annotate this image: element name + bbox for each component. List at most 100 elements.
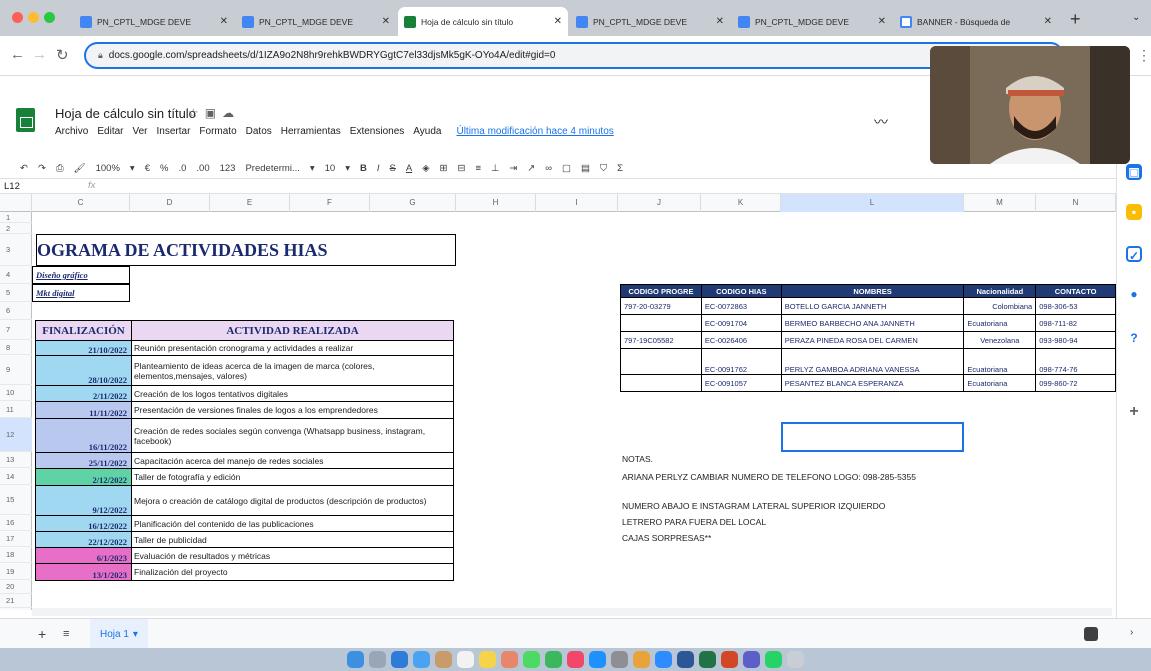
print-icon[interactable]: ⎙ <box>56 163 64 174</box>
borders-icon[interactable]: ⊞ <box>440 163 448 174</box>
calendar-icon[interactable]: ▣ <box>1126 164 1142 180</box>
activity-cell[interactable]: Creación de los logos tentativos digital… <box>131 385 454 402</box>
close-tab-icon[interactable]: ✕ <box>220 16 228 27</box>
activity-cell[interactable]: Capacitación acerca del manejo de redes … <box>131 452 454 469</box>
cloud-status-icon[interactable]: ☁︎ <box>222 106 240 120</box>
row-header[interactable]: 7 <box>0 320 32 340</box>
name-cell[interactable]: PERAZA PINEDA ROSA DEL CARMEN <box>780 331 965 349</box>
star-icon[interactable]: ☆ <box>188 106 205 120</box>
activity-cell[interactable]: Presentación de versiones finales de log… <box>131 401 454 419</box>
column-header[interactable]: K <box>701 194 781 212</box>
column-header[interactable]: F <box>290 194 370 212</box>
close-tab-icon[interactable]: ✕ <box>878 16 886 27</box>
browser-menu-icon[interactable]: ⋮ <box>1137 47 1151 64</box>
cell-grid[interactable]: OGRAMA DE ACTIVIDADES HIAS Diseño gráfic… <box>32 212 1116 610</box>
font-select[interactable]: Predetermi... <box>245 163 299 174</box>
note-line[interactable]: LETRERO PARA FUERA DEL LOCAL <box>622 517 766 527</box>
row-header[interactable]: 21 <box>0 594 32 608</box>
menu-extensiones[interactable]: Extensiones <box>350 126 404 137</box>
row-header[interactable]: 3 <box>0 234 32 266</box>
notes-app-icon[interactable] <box>479 651 496 668</box>
header-nationality[interactable]: Nacionalidad <box>963 284 1037 298</box>
browser-tab-4[interactable]: PN_CPTL_MDGE DEVE ✕ <box>570 7 730 36</box>
activity-cell[interactable]: Creación de redes sociales según conveng… <box>131 418 454 453</box>
increase-decimal-button[interactable]: .00 <box>196 163 209 174</box>
row-header[interactable]: 1 <box>0 212 32 223</box>
schedule-title-cell[interactable]: OGRAMA DE ACTIVIDADES HIAS <box>36 234 456 266</box>
app-store-icon[interactable] <box>589 651 606 668</box>
tab-search-chevron-icon[interactable]: ⌄ <box>1132 12 1140 23</box>
activity-cell[interactable]: Reunión presentación cronograma y activi… <box>131 340 454 356</box>
progress-code-cell[interactable] <box>620 314 702 332</box>
move-folder-icon[interactable]: ▣ <box>205 106 222 120</box>
contact-cell[interactable]: 098-774-76 <box>1035 348 1116 375</box>
close-window-icon[interactable] <box>12 12 23 23</box>
menu-datos[interactable]: Datos <box>246 126 272 137</box>
zoom-select[interactable]: 100% <box>96 163 120 174</box>
horizontal-scrollbar[interactable] <box>32 608 1112 616</box>
row-header[interactable]: 5 <box>0 284 32 302</box>
merge-cells-icon[interactable]: ⊟ <box>457 163 465 174</box>
add-addon-icon[interactable]: + <box>1126 404 1142 420</box>
contacts-icon[interactable]: ● <box>1126 286 1142 302</box>
row-header[interactable]: 9 <box>0 355 32 385</box>
hias-code-cell[interactable]: EC-0091704 <box>700 314 782 332</box>
date-cell[interactable]: 11/11/2022 <box>35 401 132 419</box>
font-size-select[interactable]: 10 <box>325 163 336 174</box>
date-cell[interactable]: 2/12/2022 <box>35 468 132 486</box>
date-cell[interactable]: 13/1/2023 <box>35 563 132 581</box>
help-icon[interactable]: ? <box>1126 330 1142 346</box>
menu-ver[interactable]: Ver <box>132 126 147 137</box>
trash-icon[interactable] <box>787 651 804 668</box>
zoom-app-icon[interactable] <box>655 651 672 668</box>
insert-comment-icon[interactable]: ▢ <box>562 163 571 174</box>
header-hias-code[interactable]: CODIGO HIAS <box>700 284 782 298</box>
progress-code-cell[interactable] <box>620 348 702 375</box>
settings-icon[interactable] <box>611 651 628 668</box>
bold-button[interactable]: B <box>360 163 367 174</box>
column-header[interactable]: D <box>130 194 210 212</box>
align-horizontal-icon[interactable]: ≡ <box>475 163 481 174</box>
contact-cell[interactable]: 093-980-94 <box>1035 331 1116 349</box>
whatsapp-icon[interactable] <box>765 651 782 668</box>
row-header[interactable]: 15 <box>0 485 32 515</box>
row-header[interactable]: 14 <box>0 468 32 485</box>
column-header-selected[interactable]: L <box>781 194 964 212</box>
minimize-window-icon[interactable] <box>28 12 39 23</box>
nationality-cell[interactable]: Ecuatoriana <box>963 314 1037 332</box>
column-header[interactable]: C <box>32 194 130 212</box>
close-tab-icon[interactable]: ✕ <box>1044 16 1052 27</box>
close-tab-icon[interactable]: ✕ <box>554 16 562 27</box>
url-field[interactable]: 🔒︎ docs.google.com/spreadsheets/d/1IZA9o… <box>84 42 1064 69</box>
activity-cell[interactable]: Taller de publicidad <box>131 531 454 548</box>
menu-herramientas[interactable]: Herramientas <box>281 126 341 137</box>
browser-tab-1[interactable]: PN_CPTL_MDGE DEVE ✕ <box>74 7 234 36</box>
maximize-window-icon[interactable] <box>44 12 55 23</box>
menu-ayuda[interactable]: Ayuda <box>413 126 441 137</box>
word-icon[interactable] <box>677 651 694 668</box>
date-cell[interactable]: 22/12/2022 <box>35 531 132 548</box>
hias-code-cell[interactable]: EC-0091057 <box>700 374 782 392</box>
redo-icon[interactable]: ↷ <box>38 163 46 174</box>
back-arrow-icon[interactable]: ← <box>10 46 25 63</box>
notes-heading[interactable]: NOTAS. <box>622 454 653 464</box>
row-header[interactable]: 8 <box>0 340 32 355</box>
facetime-icon[interactable] <box>545 651 562 668</box>
date-cell[interactable]: 28/10/2022 <box>35 355 132 386</box>
date-cell[interactable]: 21/10/2022 <box>35 340 132 356</box>
date-cell[interactable]: 16/12/2022 <box>35 515 132 532</box>
progress-code-cell[interactable]: 797-19C05582 <box>620 331 702 349</box>
currency-format-button[interactable]: € <box>145 163 150 174</box>
note-line[interactable]: NUMERO ABAJO E INSTAGRAM LATERAL SUPERIO… <box>622 501 885 511</box>
decrease-decimal-button[interactable]: .0 <box>178 163 186 174</box>
legend-digital-marketing[interactable]: Mkt digital <box>32 284 130 302</box>
chrome-icon[interactable] <box>633 651 650 668</box>
date-cell[interactable]: 16/11/2022 <box>35 418 132 453</box>
new-tab-button[interactable]: + <box>1070 9 1081 30</box>
music-icon[interactable] <box>567 651 584 668</box>
row-header[interactable]: 2 <box>0 223 32 234</box>
italic-button[interactable]: I <box>377 163 380 174</box>
row-header[interactable]: 11 <box>0 401 32 418</box>
header-finalization[interactable]: FINALIZACIÓN <box>35 320 132 341</box>
progress-code-cell[interactable] <box>620 374 702 392</box>
